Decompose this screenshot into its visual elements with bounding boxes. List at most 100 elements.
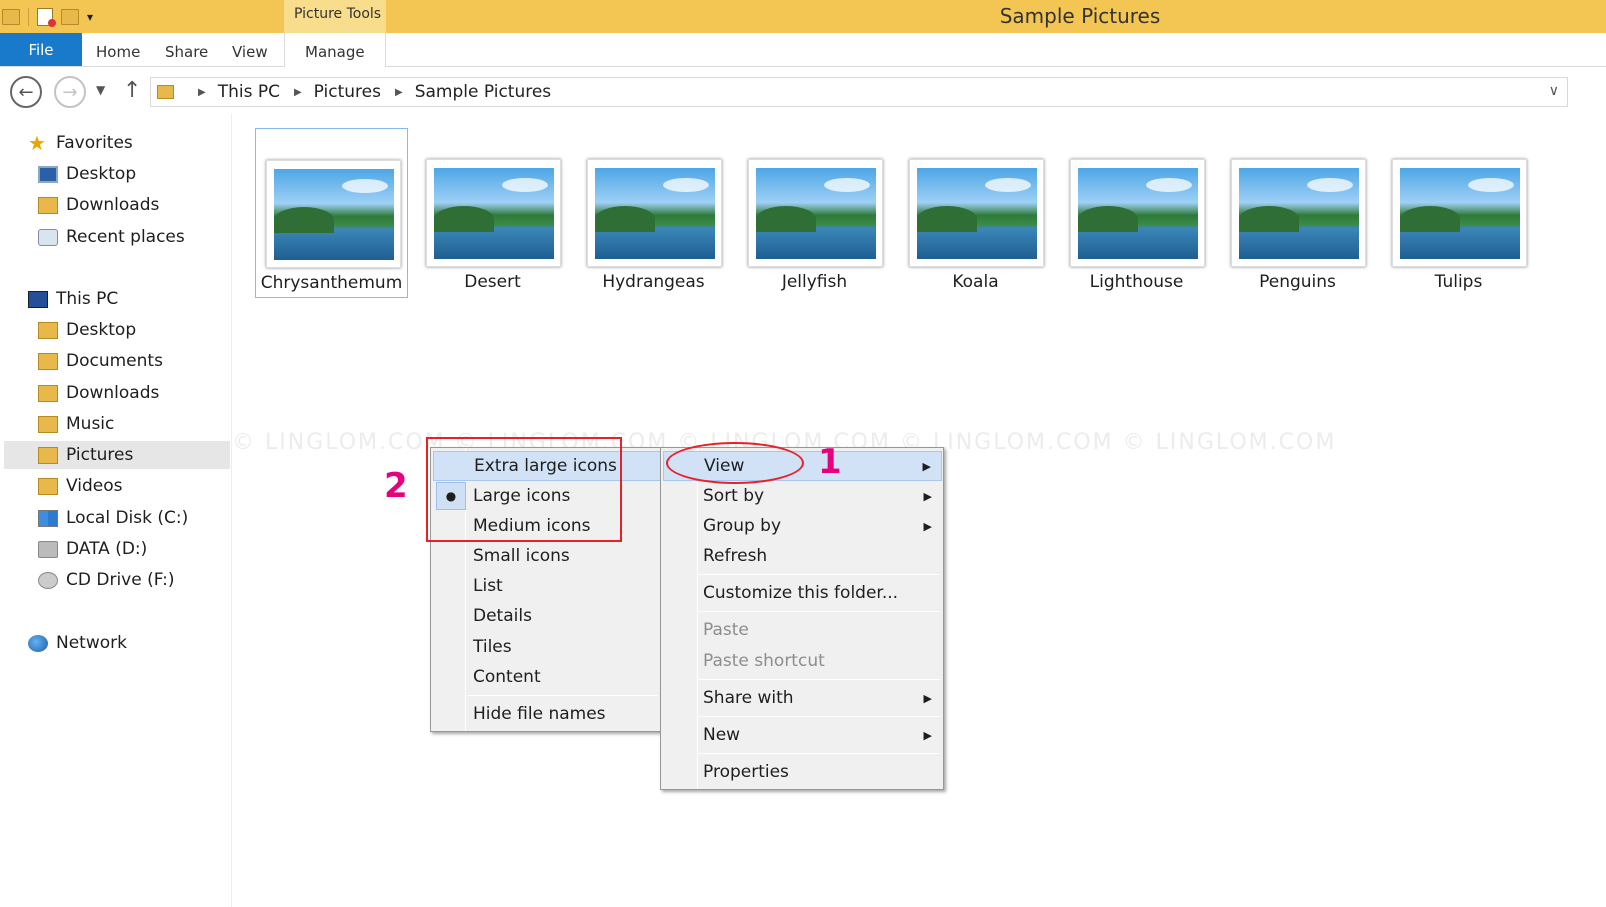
nav-item-videos[interactable]: Videos	[38, 472, 123, 500]
menu-item-label: Share with	[703, 688, 794, 708]
breadcrumb-this-pc[interactable]: This PC	[218, 82, 280, 102]
nav-item-desktop[interactable]: Desktop	[38, 316, 136, 344]
thumbnail-frame	[266, 160, 401, 268]
desktop-icon	[38, 165, 58, 183]
folder-icon	[157, 85, 174, 99]
menu-item-label: Refresh	[703, 546, 768, 566]
nav-item-cd-drive[interactable]: CD Drive (F:)	[38, 566, 175, 594]
up-button[interactable]: ↑	[123, 78, 141, 103]
folder-icon[interactable]	[2, 8, 20, 25]
new-folder-icon[interactable]	[61, 8, 79, 25]
file-item[interactable]: Jellyfish	[738, 128, 891, 298]
menu-item-properties[interactable]: Properties	[663, 757, 942, 787]
thumbnail-frame	[587, 159, 722, 267]
cd-drive-icon	[38, 571, 58, 589]
file-item[interactable]: Tulips	[1382, 128, 1535, 298]
nav-item-downloads[interactable]: Downloads	[38, 191, 159, 219]
properties-icon[interactable]	[37, 7, 56, 27]
file-name: Koala	[952, 272, 999, 292]
file-item[interactable]: Hydrangeas	[577, 128, 730, 298]
tab-share[interactable]: Share	[165, 43, 208, 61]
videos-folder-icon	[38, 477, 58, 495]
menu-item-new[interactable]: New ▶	[663, 720, 942, 750]
nav-item-documents[interactable]: Documents	[38, 347, 163, 375]
menu-separator	[468, 695, 658, 696]
landscape-thumbnail	[1078, 168, 1198, 259]
menu-item-list[interactable]: List	[433, 571, 661, 601]
menu-item-content[interactable]: Content	[433, 662, 661, 692]
thumbnail-frame	[1392, 159, 1527, 267]
breadcrumb-arrow-icon[interactable]: ▶	[395, 87, 403, 98]
ribbon: File Home Share View Manage	[0, 33, 1606, 67]
menu-item-label: Properties	[703, 762, 789, 782]
nav-label: Pictures	[66, 445, 134, 465]
landscape-thumbnail	[756, 168, 876, 259]
forward-button[interactable]: →	[54, 76, 86, 108]
nav-label: Network	[56, 633, 127, 653]
back-button[interactable]: ←	[10, 76, 42, 108]
breadcrumb-arrow-icon[interactable]: ▶	[294, 87, 302, 98]
recent-locations-dropdown-icon[interactable]: ▼	[96, 83, 105, 97]
menu-item-small-icons[interactable]: Small icons	[433, 541, 661, 571]
nav-item-recent-places[interactable]: Recent places	[38, 223, 185, 251]
file-item[interactable]: Lighthouse	[1060, 128, 1213, 298]
nav-label: Documents	[66, 351, 163, 371]
forward-arrow-icon: →	[62, 81, 78, 103]
breadcrumb-pictures[interactable]: Pictures	[314, 82, 381, 102]
tab-view[interactable]: View	[232, 43, 268, 61]
customize-toolbar-dropdown-icon[interactable]: ▾	[87, 11, 93, 23]
menu-item-share-with[interactable]: Share with ▶	[663, 683, 942, 713]
breadcrumb-arrow-icon[interactable]: ▶	[198, 87, 206, 98]
annotation-step-2: 2	[384, 466, 408, 506]
nav-label: Recent places	[66, 227, 185, 247]
menu-item-tiles[interactable]: Tiles	[433, 632, 661, 662]
menu-item-label: Small icons	[473, 546, 570, 566]
tab-home[interactable]: Home	[96, 43, 140, 61]
file-item[interactable]: Desert	[416, 128, 569, 298]
star-icon: ★	[28, 130, 46, 155]
desktop-folder-icon	[38, 321, 58, 339]
menu-item-label: New	[703, 725, 741, 745]
file-name: Jellyfish	[781, 272, 848, 292]
menu-item-refresh[interactable]: Refresh	[663, 541, 942, 571]
annotation-box	[426, 437, 622, 542]
address-dropdown-icon[interactable]: ∨	[1549, 83, 1559, 99]
nav-this-pc[interactable]: This PC	[28, 285, 118, 313]
drive-icon	[38, 540, 58, 558]
context-tab-picture-tools: Picture Tools	[284, 0, 386, 33]
nav-network[interactable]: Network	[28, 629, 127, 657]
menu-item-label: Paste	[703, 620, 749, 640]
nav-favorites[interactable]: ★ Favorites	[28, 129, 133, 157]
menu-item-sort-by[interactable]: Sort by ▶	[663, 481, 942, 511]
landscape-thumbnail	[595, 168, 715, 259]
nav-label: Videos	[66, 476, 123, 496]
tab-manage[interactable]: Manage	[305, 43, 365, 61]
nav-item-pictures[interactable]: Pictures	[4, 441, 230, 469]
nav-item-local-disk[interactable]: Local Disk (C:)	[38, 504, 188, 532]
menu-item-group-by[interactable]: Group by ▶	[663, 511, 942, 541]
nav-item-music[interactable]: Music	[38, 410, 114, 438]
file-item[interactable]: Koala	[899, 128, 1052, 298]
menu-separator	[698, 716, 940, 717]
menu-item-hide-file-names[interactable]: Hide file names	[433, 699, 661, 729]
landscape-thumbnail	[434, 168, 554, 259]
menu-item-label: Paste shortcut	[703, 651, 825, 671]
thumbnail-frame	[426, 159, 561, 267]
thumbnail-frame	[1070, 159, 1205, 267]
submenu-arrow-icon: ▶	[923, 519, 932, 533]
menu-item-details[interactable]: Details	[433, 601, 661, 631]
address-bar[interactable]: ▶ This PC ▶ Pictures ▶ Sample Pictures ∨	[150, 77, 1568, 107]
menu-separator	[698, 753, 940, 754]
breadcrumb-sample-pictures[interactable]: Sample Pictures	[415, 82, 551, 102]
menu-item-customize-folder[interactable]: Customize this folder...	[663, 578, 942, 608]
nav-item-desktop[interactable]: Desktop	[38, 160, 136, 188]
menu-separator	[698, 574, 940, 575]
landscape-thumbnail	[1400, 168, 1520, 259]
nav-label: Favorites	[56, 133, 133, 153]
nav-item-data-drive[interactable]: DATA (D:)	[38, 535, 147, 563]
file-item[interactable]: Chrysanthemum	[255, 128, 408, 298]
file-item[interactable]: Penguins	[1221, 128, 1374, 298]
file-tab[interactable]: File	[0, 33, 82, 66]
downloads-folder-icon	[38, 196, 58, 214]
nav-item-downloads[interactable]: Downloads	[38, 379, 159, 407]
